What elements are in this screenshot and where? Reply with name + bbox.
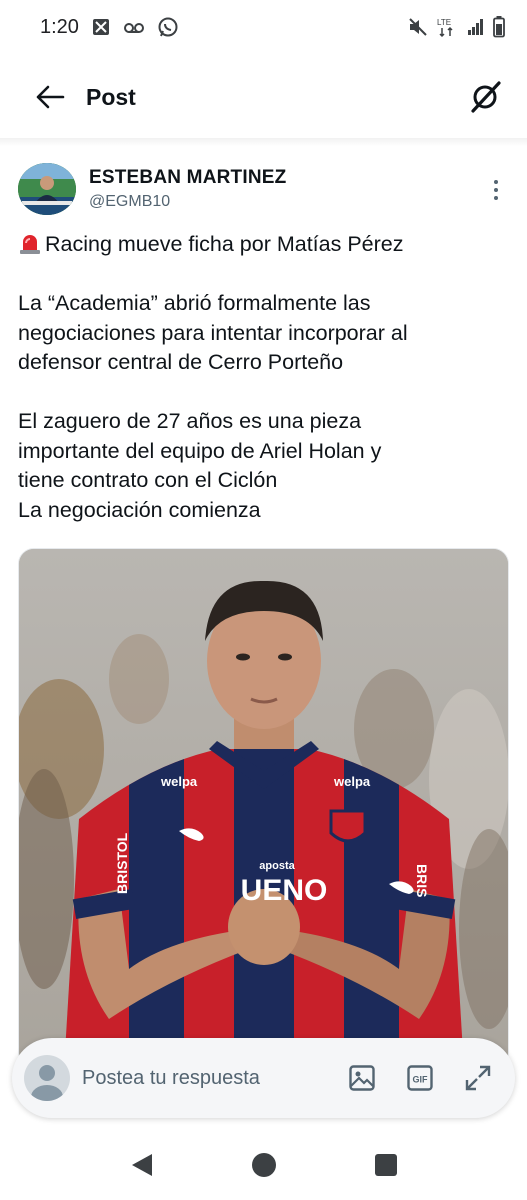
signal-icon bbox=[467, 18, 485, 36]
jersey-sponsor-text: UENO bbox=[241, 874, 328, 907]
nav-recents-button[interactable] bbox=[371, 1150, 401, 1180]
gif-icon: GIF bbox=[407, 1065, 433, 1091]
status-bar: 1:20 LTE bbox=[0, 0, 527, 54]
back-button[interactable] bbox=[30, 77, 70, 117]
post-paragraph1-line: La “Academia” abrió formalmente las bbox=[18, 291, 371, 315]
post-headline-text: Racing mueve ficha por Matías Pérez bbox=[45, 232, 404, 256]
default-profile-icon bbox=[31, 1065, 63, 1101]
post-paragraph1-line: defensor central de Cerro Porteño bbox=[18, 350, 344, 374]
header-divider bbox=[0, 138, 527, 146]
post-body: Racing mueve ficha por Matías Pérez La “… bbox=[18, 230, 512, 525]
grok-icon bbox=[471, 81, 501, 113]
post-paragraph2-line: tiene contrato con el Ciclón bbox=[18, 468, 278, 492]
more-dot-icon bbox=[494, 180, 498, 184]
post-paragraph2-line: La negociación comienza bbox=[18, 497, 261, 522]
image-icon bbox=[349, 1065, 375, 1091]
siren-emoji-icon bbox=[20, 235, 40, 254]
mute-icon bbox=[407, 16, 429, 38]
notification-icons bbox=[91, 16, 179, 38]
expand-button[interactable] bbox=[463, 1063, 493, 1093]
more-dot-icon bbox=[494, 188, 498, 192]
triangle-back-icon bbox=[131, 1154, 152, 1176]
arrow-left-icon bbox=[36, 85, 65, 109]
expand-icon bbox=[465, 1065, 491, 1091]
reply-input[interactable] bbox=[82, 1066, 292, 1090]
post-author: ESTEBAN MARTINEZ @EGMB10 bbox=[18, 161, 510, 217]
battery-icon bbox=[493, 16, 505, 38]
user-avatar[interactable] bbox=[24, 1055, 70, 1101]
system-status-icons: LTE bbox=[407, 16, 505, 38]
post-image[interactable]: UENO aposta welpa welpa BRISTOL BRIS bbox=[18, 548, 509, 1068]
jersey-chest-text: aposta bbox=[259, 860, 295, 872]
media-button[interactable] bbox=[347, 1063, 377, 1093]
recents-square-icon bbox=[374, 1154, 397, 1176]
gif-button[interactable]: GIF bbox=[405, 1063, 435, 1093]
page-title: Post bbox=[86, 83, 136, 110]
more-dot-icon bbox=[494, 196, 498, 200]
jersey-sleeve-text-left: welpa bbox=[160, 774, 198, 789]
author-display-name[interactable]: ESTEBAN MARTINEZ bbox=[89, 167, 286, 189]
jersey-side-text-left: BRISTOL bbox=[114, 832, 130, 894]
app-notification-icon bbox=[91, 17, 111, 37]
jersey-side-text-right: BRIS bbox=[414, 864, 430, 897]
author-avatar[interactable] bbox=[18, 163, 76, 215]
nav-back-button[interactable] bbox=[127, 1150, 157, 1180]
author-handle[interactable]: @EGMB10 bbox=[89, 193, 286, 211]
post-headline: Racing mueve ficha por Matías Pérez bbox=[18, 230, 512, 260]
nav-home-button[interactable] bbox=[249, 1150, 279, 1180]
lte-label: LTE bbox=[437, 18, 451, 27]
jersey-sleeve-text-right: welpa bbox=[333, 774, 371, 789]
status-time: 1:20 bbox=[40, 15, 79, 38]
top-app-bar: Post bbox=[0, 66, 527, 128]
lte-icon: LTE bbox=[437, 16, 459, 38]
system-navigation-bar bbox=[0, 1130, 527, 1200]
grok-button[interactable] bbox=[465, 77, 505, 117]
voicemail-icon bbox=[123, 19, 145, 35]
post-paragraph2-line: importante del equipo de Ariel Holan y bbox=[18, 438, 382, 463]
reply-composer: GIF bbox=[12, 1038, 515, 1118]
post-paragraph2-line: El zaguero de 27 años es una pieza bbox=[18, 409, 362, 433]
composer-actions: GIF bbox=[347, 1063, 493, 1093]
more-options-button[interactable] bbox=[484, 177, 508, 203]
home-circle-icon bbox=[251, 1153, 276, 1177]
whatsapp-icon bbox=[157, 16, 179, 38]
post-paragraph1-line: negociaciones para intentar incorporar a… bbox=[18, 320, 408, 345]
gif-label: GIF bbox=[413, 1075, 429, 1085]
author-names: ESTEBAN MARTINEZ @EGMB10 bbox=[89, 167, 286, 211]
